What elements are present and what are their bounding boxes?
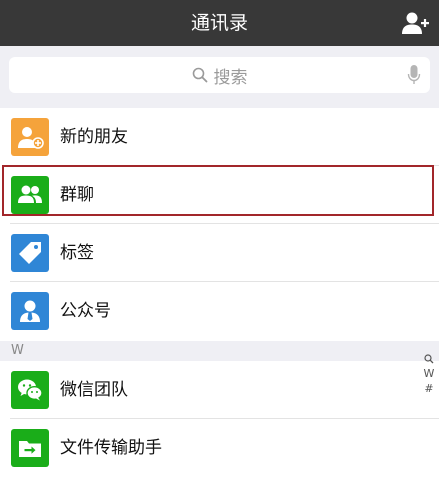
nav-bar: 通讯录	[0, 0, 439, 46]
contacts-top-list: 新的朋友 群聊 标签 公众号	[0, 108, 439, 340]
list-item-label: 新的朋友	[60, 127, 128, 147]
index-letter-hash[interactable]: #	[421, 381, 437, 396]
list-item-new-friends[interactable]: 新的朋友	[0, 108, 439, 166]
search-input[interactable]: 搜索	[9, 57, 430, 93]
list-item-wechat-team[interactable]: 微信团队	[0, 361, 439, 419]
wechat-team-icon	[11, 371, 49, 409]
add-contact-icon[interactable]	[401, 9, 429, 37]
official-account-icon	[11, 292, 49, 330]
list-item-label: 标签	[60, 243, 94, 263]
microphone-icon[interactable]	[407, 65, 421, 85]
search-placeholder: 搜索	[213, 67, 248, 88]
contacts-screen: 通讯录 搜索 新的朋友 群聊 标签 公众号 W 微信团队 文件传输助手 W #	[0, 0, 439, 477]
group-chat-icon	[11, 176, 49, 214]
list-item-label: 微信团队	[60, 380, 128, 400]
section-header: W	[0, 341, 439, 361]
list-item-label: 群聊	[60, 185, 94, 205]
alphabet-index-bar[interactable]: W #	[421, 351, 437, 396]
tag-icon	[11, 234, 49, 272]
list-item-tags[interactable]: 标签	[0, 224, 439, 282]
contacts-w-list: 微信团队 文件传输助手	[0, 361, 439, 477]
section-letter: W	[11, 343, 24, 358]
search-inner: 搜索	[9, 57, 430, 93]
index-search-icon[interactable]	[421, 351, 437, 366]
new-friends-icon	[11, 118, 49, 156]
search-area: 搜索	[0, 46, 439, 108]
list-item-official-accounts[interactable]: 公众号	[0, 282, 439, 340]
list-item-file-transfer[interactable]: 文件传输助手	[0, 419, 439, 477]
list-item-label: 公众号	[60, 301, 111, 321]
list-item-label: 文件传输助手	[60, 438, 162, 458]
index-letter-w[interactable]: W	[421, 366, 437, 381]
list-item-group-chat[interactable]: 群聊	[0, 166, 439, 224]
search-icon	[192, 67, 207, 83]
page-title: 通讯录	[190, 12, 248, 34]
file-transfer-icon	[11, 429, 49, 467]
